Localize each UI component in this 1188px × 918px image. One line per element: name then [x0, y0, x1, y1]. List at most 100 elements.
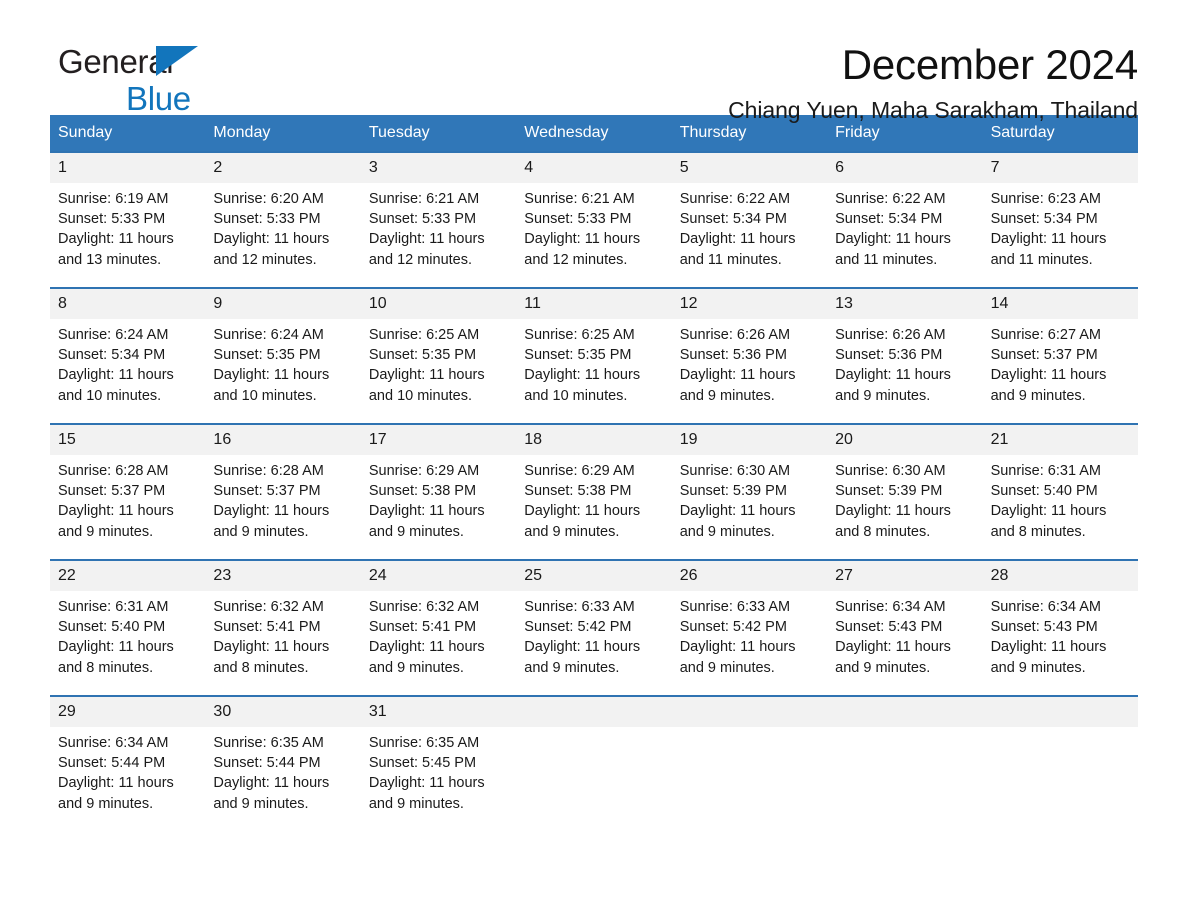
daylight-text-cont: and 9 minutes.: [368, 795, 464, 812]
day-number[interactable]: 12: [672, 289, 827, 319]
day-number[interactable]: 6: [827, 153, 982, 183]
day-number[interactable]: 29: [50, 697, 205, 727]
day-cell[interactable]: Sunrise: 6:32 AM Sunset: 5:41 PM Dayligh…: [205, 591, 360, 695]
day-number[interactable]: 15: [50, 425, 205, 455]
logo-text-blue: Blue: [126, 80, 191, 117]
sunrise-text: Sunrise: 6:28 AM: [58, 463, 169, 479]
day-number[interactable]: 18: [516, 425, 671, 455]
day-cell[interactable]: Sunrise: 6:22 AM Sunset: 5:34 PM Dayligh…: [827, 183, 982, 287]
day-cell[interactable]: Sunrise: 6:21 AM Sunset: 5:33 PM Dayligh…: [361, 183, 516, 287]
sunset-text: Sunset: 5:35 PM: [213, 347, 321, 364]
day-number[interactable]: 31: [361, 697, 516, 727]
day-cell[interactable]: Sunrise: 6:25 AM Sunset: 5:35 PM Dayligh…: [361, 319, 516, 423]
week-daybodies: Sunrise: 6:19 AM Sunset: 5:33 PM Dayligh…: [50, 183, 1138, 287]
day-cell[interactable]: Sunrise: 6:26 AM Sunset: 5:36 PM Dayligh…: [672, 319, 827, 423]
daylight-text-cont: and 10 minutes.: [368, 387, 473, 404]
sunset-text: Sunset: 5:40 PM: [990, 483, 1098, 500]
title-block: December 2024 Chiang Yuen, Maha Sarakham…: [728, 0, 1138, 124]
day-number[interactable]: 23: [205, 561, 360, 591]
sunrise-text: Sunrise: 6:34 AM: [835, 599, 946, 615]
daylight-text: Daylight: 11 hours: [524, 367, 641, 384]
daylight-text: Daylight: 11 hours: [679, 231, 796, 248]
day-number[interactable]: 16: [205, 425, 360, 455]
day-cell[interactable]: Sunrise: 6:34 AM Sunset: 5:43 PM Dayligh…: [827, 591, 982, 695]
sunset-text: Sunset: 5:42 PM: [524, 619, 632, 636]
sunrise-text: Sunrise: 6:21 AM: [524, 191, 635, 207]
daylight-text-cont: and 9 minutes.: [835, 387, 931, 404]
day-number-empty: [827, 697, 982, 727]
sunrise-text: Sunrise: 6:25 AM: [524, 327, 635, 343]
daylight-text-cont: and 9 minutes.: [58, 795, 154, 812]
daylight-text: Daylight: 11 hours: [213, 231, 330, 248]
calendar-grid: Sunday Monday Tuesday Wednesday Thursday…: [50, 115, 1138, 831]
day-number[interactable]: 30: [205, 697, 360, 727]
daylight-text: Daylight: 11 hours: [368, 503, 485, 520]
day-cell[interactable]: Sunrise: 6:31 AM Sunset: 5:40 PM Dayligh…: [983, 455, 1138, 559]
daylight-text: Daylight: 11 hours: [524, 639, 641, 656]
day-cell[interactable]: Sunrise: 6:24 AM Sunset: 5:34 PM Dayligh…: [50, 319, 205, 423]
day-number[interactable]: 1: [50, 153, 205, 183]
sunset-text: Sunset: 5:38 PM: [524, 483, 632, 500]
daylight-text-cont: and 8 minutes.: [835, 523, 931, 540]
day-cell[interactable]: Sunrise: 6:29 AM Sunset: 5:38 PM Dayligh…: [516, 455, 671, 559]
generalblue-logo[interactable]: General Blue: [58, 45, 198, 117]
day-cell[interactable]: Sunrise: 6:31 AM Sunset: 5:40 PM Dayligh…: [50, 591, 205, 695]
daylight-text-cont: and 12 minutes.: [213, 251, 317, 268]
day-number[interactable]: 27: [827, 561, 982, 591]
sunrise-text: Sunrise: 6:25 AM: [368, 327, 480, 343]
day-cell[interactable]: Sunrise: 6:22 AM Sunset: 5:34 PM Dayligh…: [672, 183, 827, 287]
week-daybodies: Sunrise: 6:31 AM Sunset: 5:40 PM Dayligh…: [50, 591, 1138, 695]
daylight-text: Daylight: 11 hours: [368, 639, 485, 656]
day-cell[interactable]: Sunrise: 6:34 AM Sunset: 5:44 PM Dayligh…: [50, 727, 205, 831]
day-cell[interactable]: Sunrise: 6:20 AM Sunset: 5:33 PM Dayligh…: [205, 183, 360, 287]
day-cell[interactable]: Sunrise: 6:27 AM Sunset: 5:37 PM Dayligh…: [983, 319, 1138, 423]
day-number[interactable]: 25: [516, 561, 671, 591]
day-cell[interactable]: Sunrise: 6:30 AM Sunset: 5:39 PM Dayligh…: [827, 455, 982, 559]
sunrise-text: Sunrise: 6:31 AM: [58, 599, 169, 615]
day-number[interactable]: 19: [672, 425, 827, 455]
day-number[interactable]: 11: [516, 289, 671, 319]
day-number[interactable]: 24: [361, 561, 516, 591]
daylight-text: Daylight: 11 hours: [679, 503, 796, 520]
day-cell[interactable]: Sunrise: 6:23 AM Sunset: 5:34 PM Dayligh…: [983, 183, 1138, 287]
daylight-text-cont: and 12 minutes.: [524, 251, 628, 268]
day-number[interactable]: 22: [50, 561, 205, 591]
week-daybodies: Sunrise: 6:34 AM Sunset: 5:44 PM Dayligh…: [50, 727, 1138, 831]
day-cell[interactable]: Sunrise: 6:35 AM Sunset: 5:44 PM Dayligh…: [205, 727, 360, 831]
day-cell[interactable]: Sunrise: 6:25 AM Sunset: 5:35 PM Dayligh…: [516, 319, 671, 423]
day-number[interactable]: 28: [983, 561, 1138, 591]
daylight-text: Daylight: 11 hours: [835, 503, 951, 520]
day-cell[interactable]: Sunrise: 6:30 AM Sunset: 5:39 PM Dayligh…: [672, 455, 827, 559]
daylight-text-cont: and 8 minutes.: [213, 659, 309, 676]
day-cell[interactable]: Sunrise: 6:28 AM Sunset: 5:37 PM Dayligh…: [205, 455, 360, 559]
day-cell[interactable]: Sunrise: 6:28 AM Sunset: 5:37 PM Dayligh…: [50, 455, 205, 559]
day-number[interactable]: 13: [827, 289, 982, 319]
day-number[interactable]: 3: [361, 153, 516, 183]
day-cell[interactable]: Sunrise: 6:34 AM Sunset: 5:43 PM Dayligh…: [983, 591, 1138, 695]
day-number[interactable]: 2: [205, 153, 360, 183]
day-number[interactable]: 4: [516, 153, 671, 183]
day-cell[interactable]: Sunrise: 6:19 AM Sunset: 5:33 PM Dayligh…: [50, 183, 205, 287]
day-cell[interactable]: Sunrise: 6:33 AM Sunset: 5:42 PM Dayligh…: [672, 591, 827, 695]
day-number[interactable]: 26: [672, 561, 827, 591]
day-number[interactable]: 10: [361, 289, 516, 319]
sunrise-text: Sunrise: 6:31 AM: [990, 463, 1101, 479]
day-number[interactable]: 5: [672, 153, 827, 183]
day-cell[interactable]: Sunrise: 6:21 AM Sunset: 5:33 PM Dayligh…: [516, 183, 671, 287]
day-number[interactable]: 7: [983, 153, 1138, 183]
day-cell[interactable]: Sunrise: 6:32 AM Sunset: 5:41 PM Dayligh…: [361, 591, 516, 695]
day-cell[interactable]: Sunrise: 6:26 AM Sunset: 5:36 PM Dayligh…: [827, 319, 982, 423]
week-row: 1 2 3 4 5 6 7 Sunrise: 6:19 AM Sunset: 5…: [50, 151, 1138, 287]
day-cell[interactable]: Sunrise: 6:24 AM Sunset: 5:35 PM Dayligh…: [205, 319, 360, 423]
day-number[interactable]: 9: [205, 289, 360, 319]
day-cell[interactable]: Sunrise: 6:33 AM Sunset: 5:42 PM Dayligh…: [516, 591, 671, 695]
day-cell[interactable]: Sunrise: 6:35 AM Sunset: 5:45 PM Dayligh…: [361, 727, 516, 831]
day-number[interactable]: 8: [50, 289, 205, 319]
day-cell-empty: [983, 727, 1138, 831]
day-number[interactable]: 21: [983, 425, 1138, 455]
day-cell[interactable]: Sunrise: 6:29 AM Sunset: 5:38 PM Dayligh…: [361, 455, 516, 559]
day-number[interactable]: 17: [361, 425, 516, 455]
sunset-text: Sunset: 5:41 PM: [368, 619, 477, 636]
day-number[interactable]: 20: [827, 425, 982, 455]
day-number[interactable]: 14: [983, 289, 1138, 319]
